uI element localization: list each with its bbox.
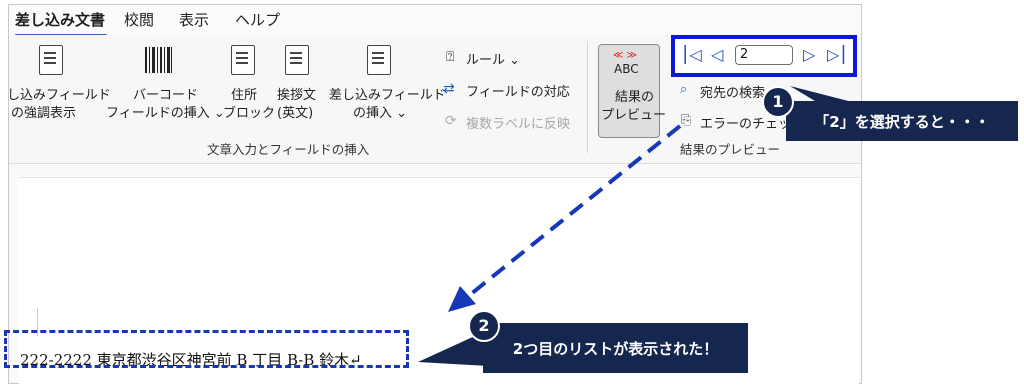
highlight-label-line2: の強調表示	[11, 106, 77, 121]
find-recipient-label: 宛先の検索	[700, 86, 766, 101]
merge-field-label-line1: 差し込みフィールド	[329, 88, 446, 103]
greeting-label-line2: (英文)	[277, 106, 314, 121]
callout-list-shown: 2つ目のリストが表示された！	[483, 323, 748, 373]
last-record-icon[interactable]: ▷⎮	[827, 45, 848, 64]
callout-select-2: 「2」を選択すると・・・	[786, 101, 1018, 141]
greeting-doc-icon	[285, 45, 309, 75]
tab-mailings[interactable]: 差し込み文書	[15, 9, 105, 30]
greeting-label-line1: 挨拶文	[277, 88, 317, 103]
document-icon	[39, 45, 63, 75]
merge-field-doc-icon	[367, 45, 391, 75]
abc-icon: ABC	[614, 62, 639, 76]
barcode-label-line1: バーコード	[133, 88, 199, 103]
ribbon-tab-bar: 差し込み文書 校閲 表示 ヘルプ	[9, 5, 861, 37]
address-label-line1: 住所	[231, 88, 258, 103]
step-badge-1: 1	[762, 86, 794, 118]
callout-list-shown-text: 2つ目のリストが表示された！	[512, 339, 719, 358]
preview-label-line1: 結果の	[615, 90, 655, 105]
barcode-icon	[145, 47, 172, 73]
match-fields-icon: ⇄	[443, 81, 455, 97]
find-recipient-icon: ⌕	[680, 82, 688, 97]
address-doc-icon	[231, 45, 255, 75]
callout1-pointer	[790, 86, 860, 104]
tab-view[interactable]: 表示	[179, 9, 209, 30]
record-number-input[interactable]: 2	[735, 45, 793, 65]
write-insert-fields-group-label: 文章入力とフィールドの挿入	[207, 142, 370, 157]
tab-help[interactable]: ヘルプ	[235, 9, 280, 30]
match-fields-label: フィールドの対応	[466, 85, 570, 100]
step-badge-2: 2	[468, 310, 500, 342]
preview-arrows-icon: ≪ ≫	[613, 50, 638, 61]
record-navigation-highlight: ⎮◁ ◁ 2 ▷ ▷⎮	[671, 35, 857, 77]
highlight-label-line1: し込みフィールド	[7, 88, 111, 103]
dashed-arrow	[448, 124, 682, 312]
rules-label: ルール ⌄	[466, 53, 521, 68]
merge-field-label-line2: の挿入 ⌄	[353, 106, 408, 121]
previous-record-icon[interactable]: ◁	[711, 45, 723, 64]
address-label-line2: ブロック	[223, 106, 276, 121]
callout-select-2-text: 「2」を選択すると・・・	[814, 112, 990, 131]
barcode-label-line2: フィールドの挿入 ⌄	[106, 106, 225, 121]
next-record-icon[interactable]: ▷	[803, 45, 815, 64]
first-record-icon[interactable]: ⎮◁	[681, 45, 702, 64]
result-highlight-box	[4, 330, 409, 368]
rules-icon: ⍰	[446, 49, 455, 65]
tab-review[interactable]: 校閲	[124, 9, 154, 30]
